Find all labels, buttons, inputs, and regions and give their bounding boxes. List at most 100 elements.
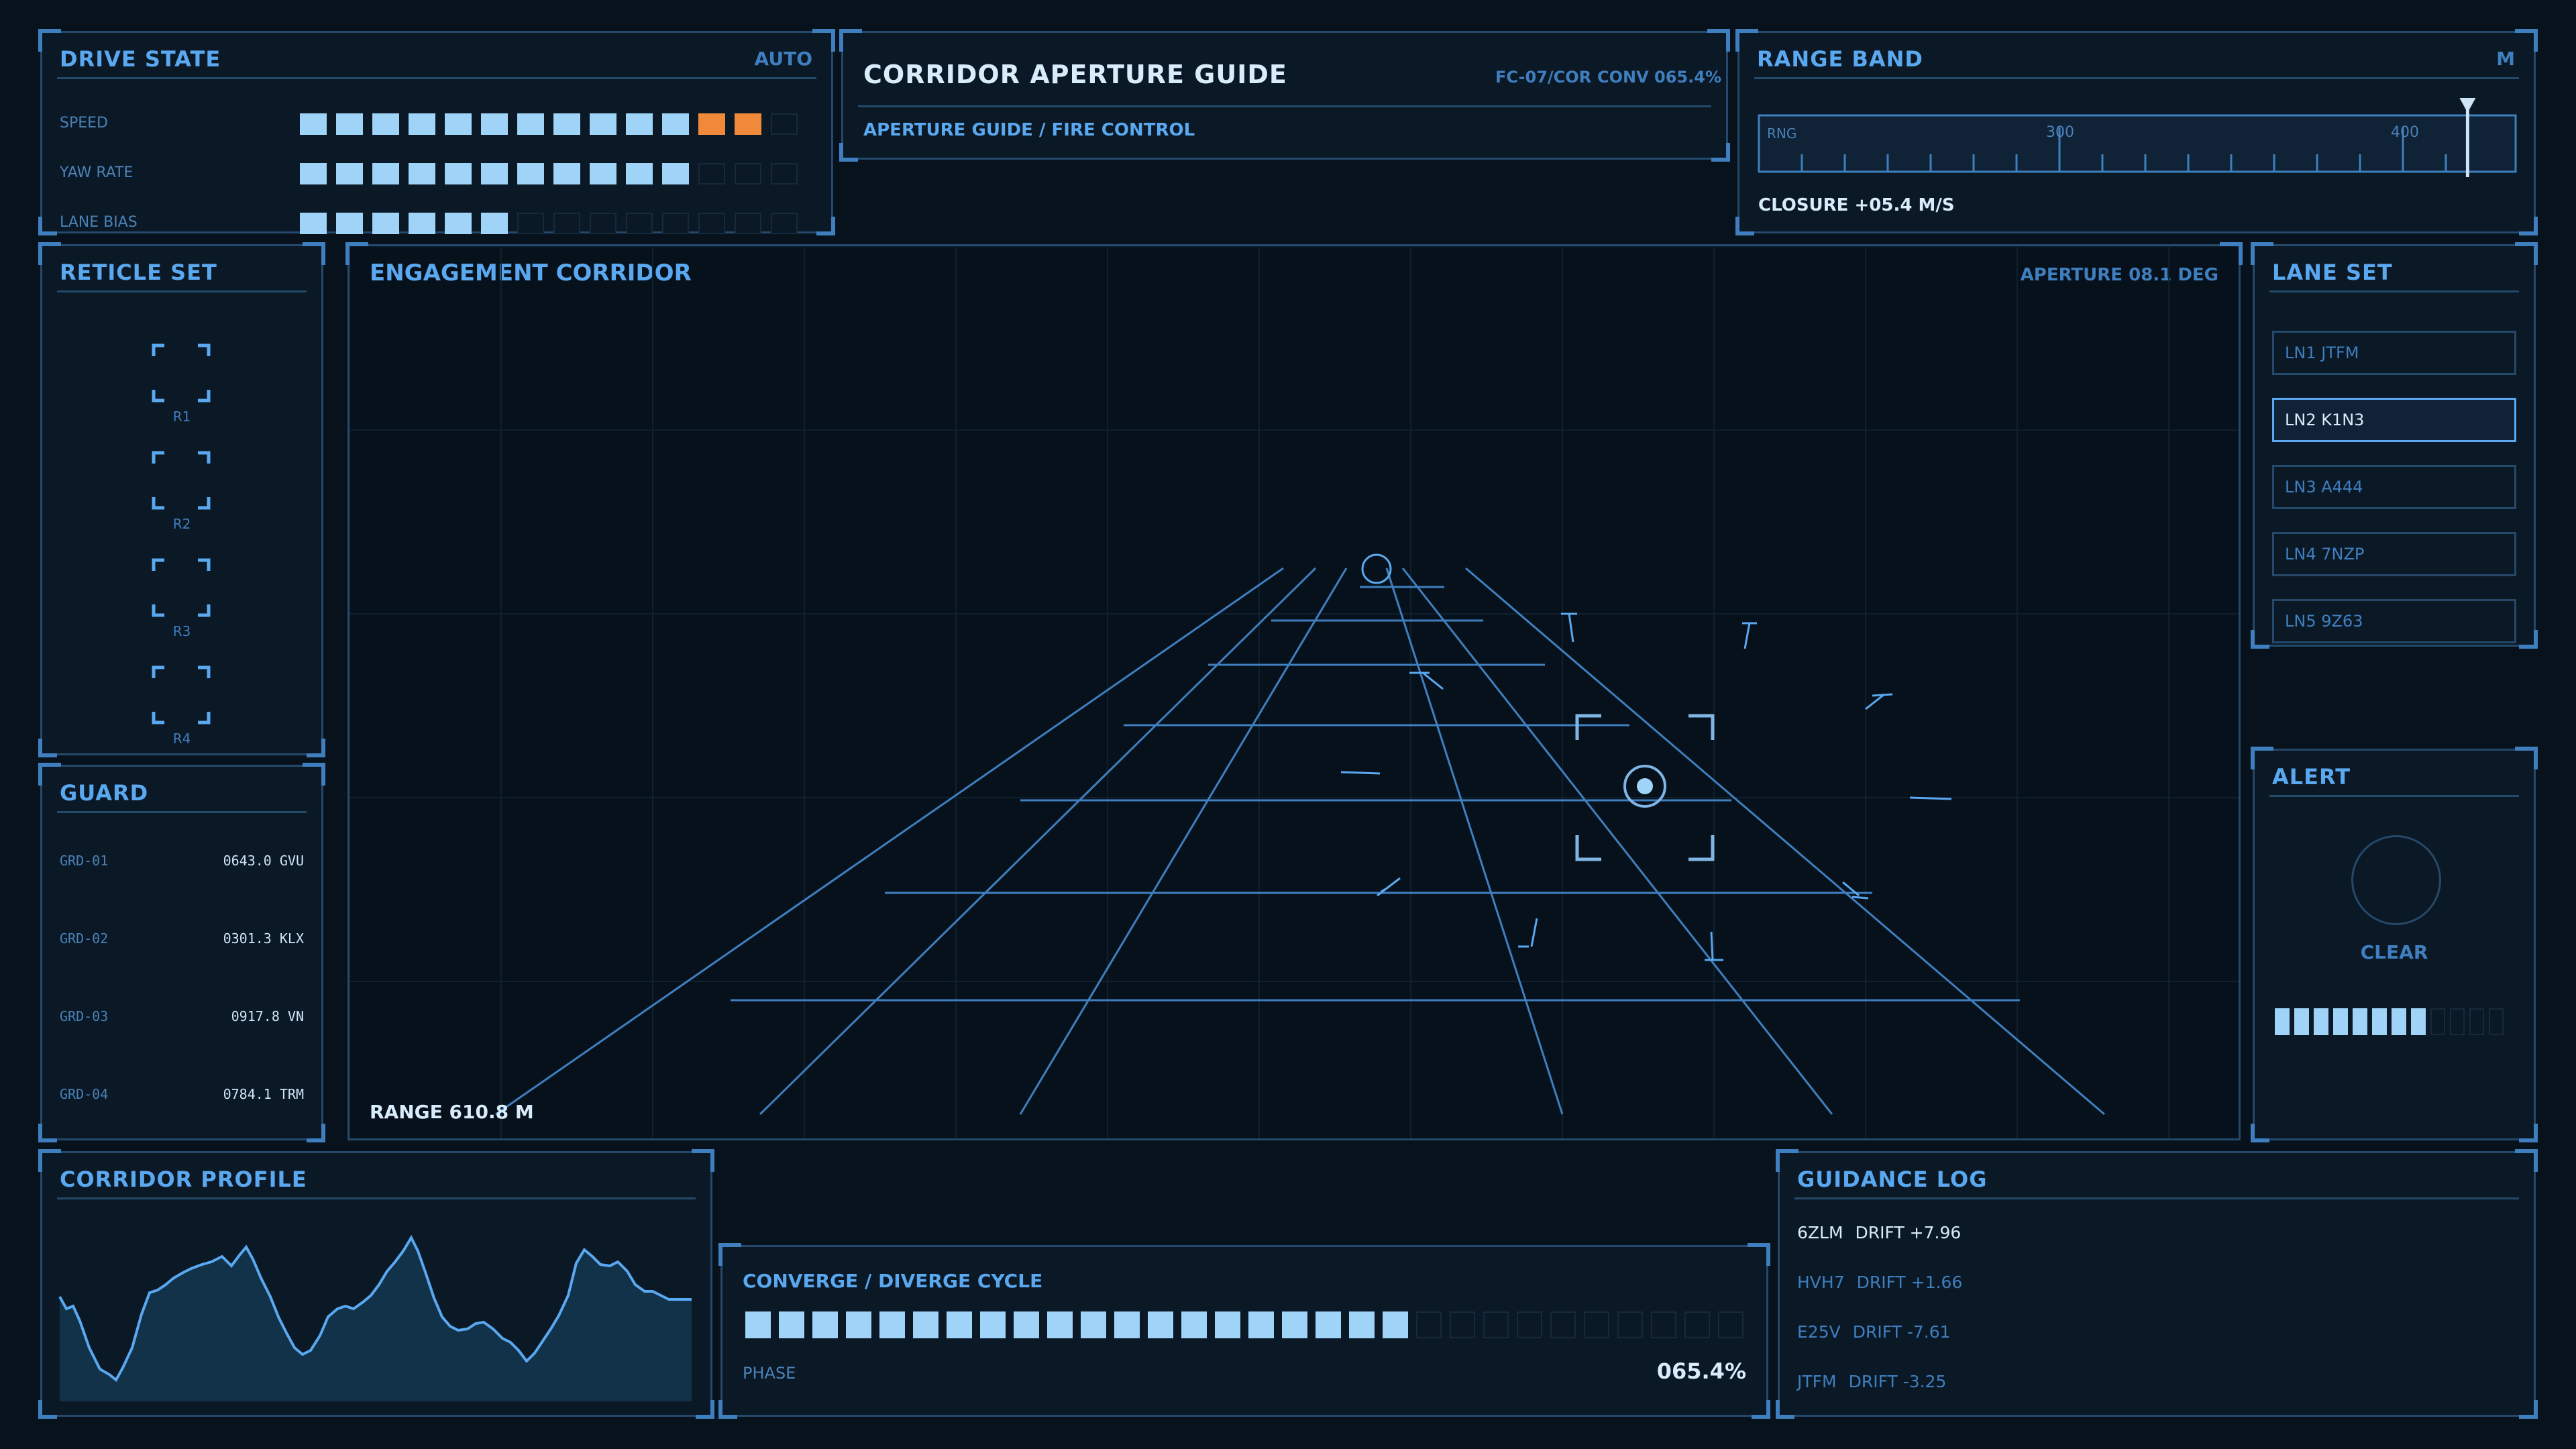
app-subtitle: APERTURE GUIDE / FIRE CONTROL <box>863 120 1195 140</box>
log-entry-id: E25V <box>1797 1322 1841 1342</box>
drive-row-segment <box>626 213 653 234</box>
alert-indicator-icon <box>2351 835 2441 925</box>
drive-row-segment <box>771 113 798 135</box>
track-tick-mark <box>1340 771 1381 775</box>
corridor-view[interactable] <box>350 246 2239 1138</box>
lane-option[interactable]: LN4 7NZP <box>2272 532 2516 576</box>
guard-value: 0917.8 VN <box>231 1008 304 1024</box>
guard-panel: GUARD GRD-01 0643.0 GVU GRD-02 0301.3 KLX GR… <box>38 763 325 1142</box>
drive-row-segment <box>372 213 399 234</box>
reticle-bracket-icon <box>152 665 211 724</box>
lane-set-panel: LANE SET LN1 JTFM LN2 K1N3 LN3 A444 LN4 7NZ… <box>2251 242 2538 649</box>
corridor-profile-panel: CORRIDOR PROFILE <box>38 1149 714 1419</box>
track-tick-mark <box>1568 613 1574 643</box>
drive-row-segment <box>662 213 689 234</box>
lane-option[interactable]: LN2 K1N3 <box>2272 398 2516 442</box>
alert-level-segment <box>2314 1008 2328 1035</box>
cycle-segment <box>879 1311 905 1338</box>
cycle-segment <box>745 1311 771 1338</box>
reticle-option[interactable]: R4 <box>42 638 321 747</box>
reticle-label: R3 <box>172 623 191 639</box>
guard-key: GRD-02 <box>60 930 109 947</box>
drive-state-panel: DRIVE STATE AUTO SPEED YAW RATE LANE BIAS <box>38 29 835 235</box>
lane-option[interactable]: LN1 JTFM <box>2272 331 2516 375</box>
reticle-set-panel: RETICLE SET R1 R2 R3 R4 <box>38 242 325 757</box>
range-tick-label-300: 300 <box>2046 124 2074 141</box>
drive-row-label: LANE BIAS <box>60 214 138 231</box>
divider <box>57 811 307 813</box>
cycle-segment <box>1047 1311 1073 1338</box>
track-tick-mark <box>1710 931 1714 961</box>
guard-key: GRD-01 <box>60 853 109 869</box>
alert-level-segment <box>2372 1008 2387 1035</box>
cycle-segment <box>1550 1311 1576 1338</box>
cycle-segment <box>846 1311 871 1338</box>
guidance-log-panel: GUIDANCE LOG 6ZLM DRIFT +7.96 HVH7 DRIFT +1… <box>1776 1149 2538 1419</box>
drive-row-segment <box>300 163 327 184</box>
cycle-segment <box>1584 1311 1609 1338</box>
drive-row-segment <box>481 213 508 234</box>
cycle-segment <box>1383 1311 1408 1338</box>
guard-value: 0784.1 TRM <box>223 1086 304 1102</box>
track-tick-mark <box>1909 796 1952 800</box>
drive-row-segment <box>336 113 363 135</box>
range-band-panel: RANGE BAND M RNG 300 400 CLOSURE +05.4 M… <box>1735 29 2538 235</box>
cycle-segment <box>1416 1311 1442 1338</box>
track-tick-mark <box>1743 623 1751 649</box>
alert-level-segment <box>2430 1008 2445 1035</box>
reticle-bracket-icon <box>152 558 211 617</box>
alert-level-segment <box>2411 1008 2426 1035</box>
cycle-segment <box>913 1311 938 1338</box>
drive-row-segment <box>372 163 399 184</box>
drive-row-segment <box>336 163 363 184</box>
drive-row-segment <box>553 213 580 234</box>
cycle-segment <box>1282 1311 1307 1338</box>
corridor-line <box>495 567 1284 1116</box>
fire-control-code: FC-07/COR <box>1495 68 1592 87</box>
reticle-option[interactable]: R1 <box>42 316 321 425</box>
guidance-log-entry: JTFM DRIFT -3.25 <box>1797 1372 1946 1391</box>
phase-value: 065.4% <box>1656 1358 1746 1384</box>
divider <box>57 290 307 292</box>
cycle-panel: CONVERGE / DIVERGE CYCLE PHASE 065.4% <box>718 1243 1770 1419</box>
drive-row-segment <box>698 213 725 234</box>
target-core-icon <box>1637 778 1653 794</box>
cycle-segment <box>812 1311 838 1338</box>
cycle-segment <box>1617 1311 1643 1338</box>
drive-row-segment <box>409 113 435 135</box>
drive-row-segment <box>735 163 761 184</box>
cycle-segment <box>1081 1311 1106 1338</box>
drive-row-segment <box>698 113 725 135</box>
alert-title: ALERT <box>2272 764 2351 790</box>
corridor-profile-graph <box>58 1234 692 1401</box>
drive-row-segment <box>409 163 435 184</box>
corridor-line <box>1385 568 1564 1115</box>
alert-level-segment <box>2294 1008 2309 1035</box>
drive-row-segment <box>698 163 725 184</box>
log-entry-id: 6ZLM <box>1797 1223 1843 1242</box>
guard-title: GUARD <box>60 780 149 806</box>
drive-row-segment <box>662 113 689 135</box>
corridor-line <box>759 567 1317 1116</box>
cycle-segment <box>1483 1311 1509 1338</box>
drive-row-segment <box>445 113 472 135</box>
alert-status: CLEAR <box>2360 941 2428 963</box>
lane-option[interactable]: LN3 A444 <box>2272 465 2516 509</box>
corridor-line <box>1019 568 1348 1115</box>
drive-row-segment <box>300 113 327 135</box>
log-entry-text: DRIFT -7.61 <box>1852 1322 1951 1342</box>
cycle-segment <box>1684 1311 1710 1338</box>
cycle-segment <box>1349 1311 1375 1338</box>
reticle-option[interactable]: R3 <box>42 531 321 639</box>
log-entry-id: JTFM <box>1797 1372 1837 1391</box>
cycle-segment <box>1718 1311 1743 1338</box>
reticle-option[interactable]: R2 <box>42 423 321 532</box>
phase-label: PHASE <box>743 1364 796 1383</box>
drive-row-segment <box>409 213 435 234</box>
guidance-log-entry: E25V DRIFT -7.61 <box>1797 1322 1951 1342</box>
drive-row-segment <box>372 113 399 135</box>
lane-option[interactable]: LN5 9Z63 <box>2272 599 2516 643</box>
app-title: CORRIDOR APERTURE GUIDE <box>863 60 1287 89</box>
track-tick-mark <box>1851 896 1869 900</box>
drive-row-segment <box>445 213 472 234</box>
